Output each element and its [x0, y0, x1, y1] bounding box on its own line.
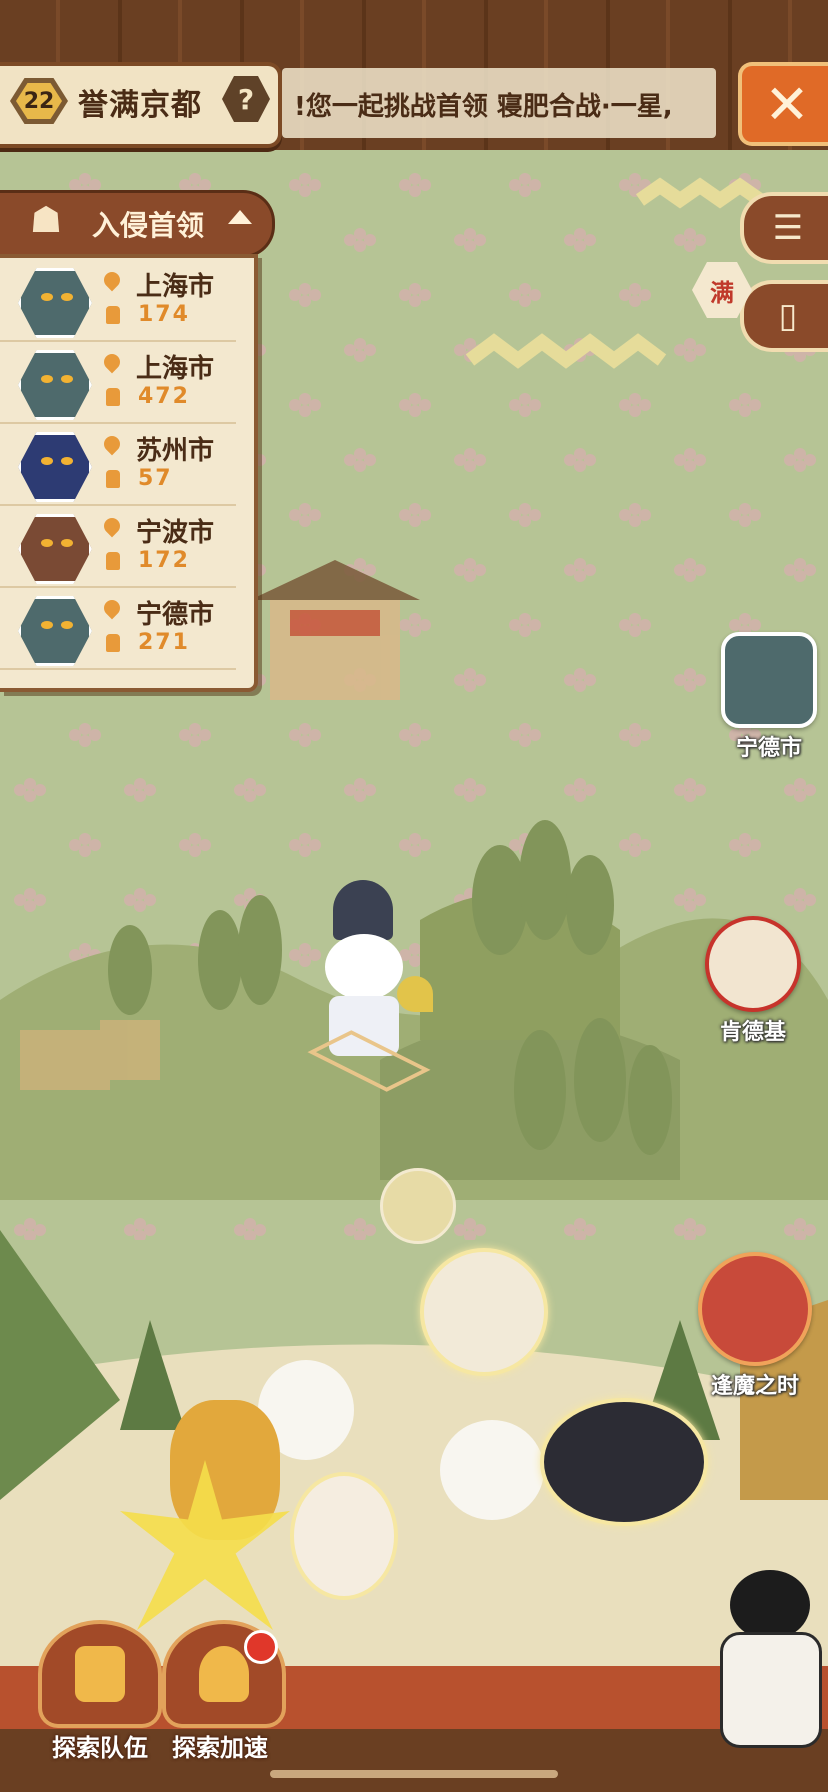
card-icon: ▯ — [778, 296, 798, 336]
boss-count: 57 — [138, 466, 173, 491]
boss-city: 宁波市 — [136, 518, 215, 548]
map-marker-label: 肯德基 — [719, 1020, 786, 1045]
location-pin-icon — [100, 268, 124, 292]
player-head — [325, 934, 403, 1000]
trophy-icon — [106, 306, 120, 324]
region-name: 誉满京都 — [78, 88, 202, 123]
boss-count: 271 — [138, 630, 190, 655]
map-marker-demon-time[interactable]: 逢魔之时 — [690, 1252, 820, 1400]
boss-city: 宁德市 — [136, 600, 215, 630]
boss-list-item[interactable]: 上海市 174 — [0, 258, 236, 342]
boss-city: 上海市 — [136, 354, 215, 384]
team-unit-1[interactable] — [420, 1248, 548, 1376]
map-spirit[interactable] — [380, 1168, 456, 1244]
mascot-body — [720, 1632, 822, 1748]
boss-avatar — [18, 596, 92, 666]
map-marker-label: 逢魔之时 — [710, 1374, 799, 1399]
fan-icon — [397, 976, 433, 1012]
list-icon: ☰ — [772, 208, 804, 248]
demon-head-icon: ☗ — [29, 200, 63, 241]
map-marker-kfc[interactable]: 肯德基 — [698, 916, 808, 1046]
boss-list-item[interactable]: 上海市 472 — [0, 340, 236, 424]
announcement-ticker: !您一起挑战首领 寝肥合战·一星, — [282, 68, 716, 138]
player-hat — [333, 880, 393, 940]
boss-avatar — [18, 350, 92, 420]
team-unit-4[interactable] — [540, 1398, 708, 1526]
trophy-icon — [106, 634, 120, 652]
notification-dot — [244, 1630, 278, 1664]
trophy-icon — [106, 388, 120, 406]
collapse-caret-icon[interactable] — [228, 210, 252, 224]
close-button[interactable]: ✕ — [738, 62, 828, 146]
location-pin-icon — [100, 432, 124, 456]
kfc-marker-icon — [705, 916, 801, 1012]
location-pin-icon — [100, 514, 124, 538]
mascot-character[interactable] — [690, 1570, 828, 1750]
boss-avatar — [18, 268, 92, 338]
trophy-icon — [106, 552, 120, 570]
boss-avatar — [18, 514, 92, 584]
trophy-icon — [106, 470, 120, 488]
team-unit-3[interactable] — [440, 1420, 544, 1520]
boss-count: 174 — [138, 302, 190, 327]
explore-speed-label: 探索加速 — [172, 1734, 268, 1762]
boss-list-item[interactable]: 宁德市 271 — [0, 586, 236, 670]
card-button[interactable]: ▯ — [740, 280, 828, 352]
boss-list-item[interactable]: 宁波市 172 — [0, 504, 236, 588]
boss-avatar — [18, 432, 92, 502]
boss-city: 苏州市 — [136, 436, 215, 466]
map-marker-ningde[interactable]: 宁德市 — [714, 632, 824, 762]
map-marker-label: 宁德市 — [735, 736, 802, 761]
boss-panel-title: 入侵首领 — [92, 209, 205, 242]
boss-count: 172 — [138, 548, 190, 573]
boss-list-item[interactable]: 苏州市 57 — [0, 422, 236, 506]
location-pin-icon — [100, 596, 124, 620]
boss-city: 上海市 — [136, 272, 215, 302]
location-pin-icon — [100, 350, 124, 374]
mascot-head — [730, 1570, 810, 1640]
home-indicator[interactable] — [270, 1770, 558, 1778]
menu-button[interactable]: ☰ — [740, 192, 828, 264]
boss-count: 472 — [138, 384, 190, 409]
demon-mask-icon — [698, 1252, 812, 1366]
team-unit-5[interactable] — [290, 1472, 398, 1600]
boss-list: 上海市 174 上海市 472 苏州市 57 宁波市 172 宁德市 271 — [0, 254, 258, 692]
player-character[interactable] — [305, 880, 435, 1092]
ticker-text: !您一起挑战首领 寝肥合战·一星, — [294, 92, 673, 122]
boss-marker-icon — [721, 632, 817, 728]
